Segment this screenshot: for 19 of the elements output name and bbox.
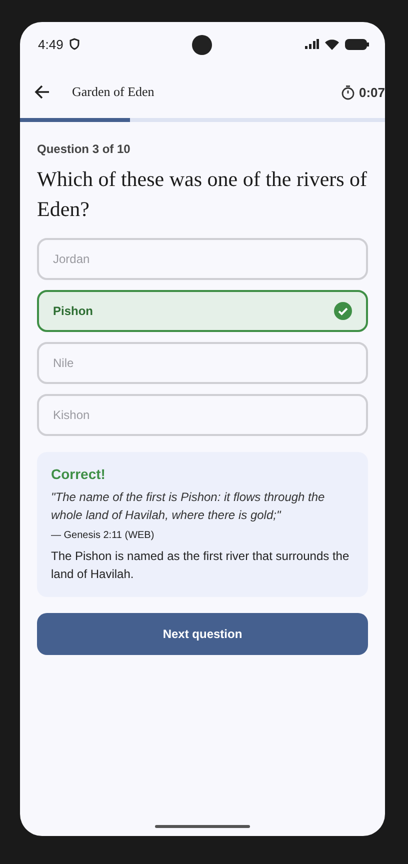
feedback-title: Correct! (51, 466, 106, 482)
shield-icon (69, 38, 80, 50)
battery-icon (345, 38, 369, 50)
check-circle-icon (334, 302, 352, 320)
timer-text: 0:07 (358, 84, 385, 100)
next-question-button[interactable]: Next question (37, 613, 368, 655)
camera-hole (192, 35, 212, 55)
explanation-text: The Pishon is named as the first river that surrounds the land of Havilah. (51, 548, 350, 583)
stopwatch-icon (340, 84, 355, 100)
answer-option[interactable]: Pishon (37, 290, 368, 332)
verse-reference: — Genesis 2:11 (WEB) (51, 530, 156, 541)
back-arrow-icon[interactable] (34, 84, 50, 100)
verse-quote: "The name of the first is Pishon: it flows through the whole land of Havilah, where there is gold;" (51, 489, 326, 524)
wifi-icon (325, 38, 339, 50)
signal-icon (305, 39, 319, 49)
status-time: 4:49 (38, 36, 64, 52)
question-text: Which of these was one of the rivers of Eden? (37, 166, 368, 223)
screen-title: Garden of Eden (72, 84, 156, 100)
question-counter: Question 3 of 10 (37, 142, 132, 156)
